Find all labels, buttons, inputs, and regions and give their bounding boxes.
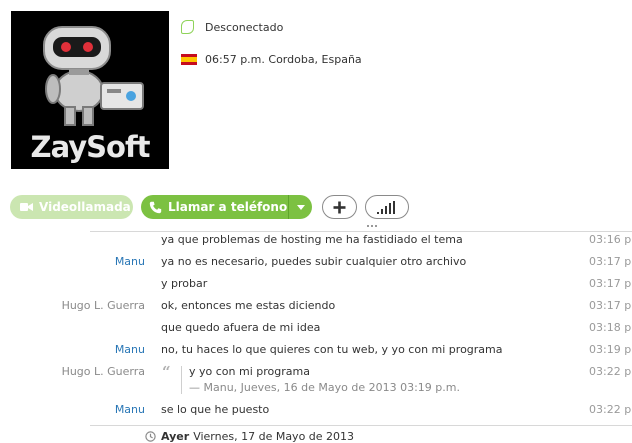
message-time: 03:19 p. (589, 343, 632, 356)
local-time-location: 06:57 p.m. Cordoba, España (181, 51, 362, 67)
chat-message: Manu se lo que he puesto 03:22 p. (0, 399, 632, 421)
call-phone-label: Llamar a teléfono (168, 200, 288, 214)
signal-bars-icon (377, 200, 395, 214)
message-text: que quedo afuera de mi idea (161, 321, 321, 334)
day-date: Viernes, 17 de Mayo de 2013 (193, 429, 355, 443)
quote-attribution: — Manu, Jueves, 16 de Mayo de 2013 03:19… (189, 381, 460, 394)
video-call-label: Videollamada (39, 200, 131, 214)
chat-message: Manu no, tu haces lo que quieres con tu … (0, 339, 632, 361)
message-time: 03:18 p. (589, 321, 632, 334)
chat-message: que quedo afuera de mi idea 03:18 p. (0, 317, 632, 339)
add-to-conversation-button[interactable] (322, 195, 357, 219)
message-time: 03:16 p. (589, 233, 632, 246)
chat-message: y probar 03:17 p. (0, 273, 632, 295)
message-text: y probar (161, 277, 208, 290)
message-sender[interactable]: Manu (115, 255, 145, 268)
message-sender[interactable]: Manu (115, 343, 145, 356)
message-sender[interactable]: Hugo L. Guerra (62, 299, 145, 312)
plus-icon (333, 201, 346, 213)
phone-icon (149, 201, 162, 213)
avatar-caption: ZaySoft (30, 130, 151, 164)
quote-text: y yo con mi programa (189, 365, 310, 378)
chat-message: Hugo L. Guerra ok, entonces me estas dic… (0, 295, 632, 317)
contact-avatar: ZaySoft (11, 11, 169, 169)
quoted-message: Hugo L. Guerra “ y yo con mi programa — … (0, 361, 632, 399)
spain-flag-icon (181, 53, 197, 65)
message-text: ok, entonces me estas diciendo (161, 299, 336, 312)
chat-message: Manu ya no es necesario, puedes subir cu… (0, 251, 632, 273)
chat-history: ya que problemas de hosting me ha fastid… (0, 229, 632, 421)
clock-icon (145, 430, 156, 442)
message-text: ya que problemas de hosting me ha fastid… (161, 233, 463, 246)
video-camera-icon (20, 203, 33, 211)
call-phone-main[interactable]: Llamar a teléfono (141, 195, 288, 219)
chevron-down-icon (296, 204, 305, 210)
presence-status: Desconectado (181, 19, 283, 35)
call-quality-button[interactable] (365, 195, 409, 219)
message-text: se lo que he puesto (161, 403, 270, 416)
status-text: Desconectado (205, 20, 284, 34)
message-sender[interactable]: Hugo L. Guerra (62, 365, 145, 378)
call-options-dropdown[interactable] (288, 195, 312, 219)
message-time: 03:22 p. (589, 365, 632, 378)
quote-icon: “ (162, 363, 171, 381)
day-divider (90, 425, 632, 426)
location-text: 06:57 p.m. Cordoba, España (205, 52, 362, 66)
message-sender[interactable]: Manu (115, 403, 145, 416)
video-call-button[interactable]: Videollamada (10, 195, 133, 219)
day-label: Ayer (161, 429, 190, 443)
message-time: 03:17 p. (589, 277, 632, 290)
quote-bar (181, 366, 182, 394)
message-time: 03:17 p. (589, 299, 632, 312)
offline-status-icon (181, 20, 194, 34)
message-time: 03:22 p. (589, 403, 632, 416)
message-time: 03:17 p. (589, 255, 632, 268)
message-text: no, tu haces lo que quieres con tu web, … (161, 343, 503, 356)
message-text: ya no es necesario, puedes subir cualqui… (161, 255, 467, 268)
call-phone-button[interactable]: Llamar a teléfono (141, 195, 312, 219)
chat-message: ya que problemas de hosting me ha fastid… (0, 229, 632, 251)
day-separator: Ayer Viernes, 17 de Mayo de 2013 (145, 429, 354, 443)
